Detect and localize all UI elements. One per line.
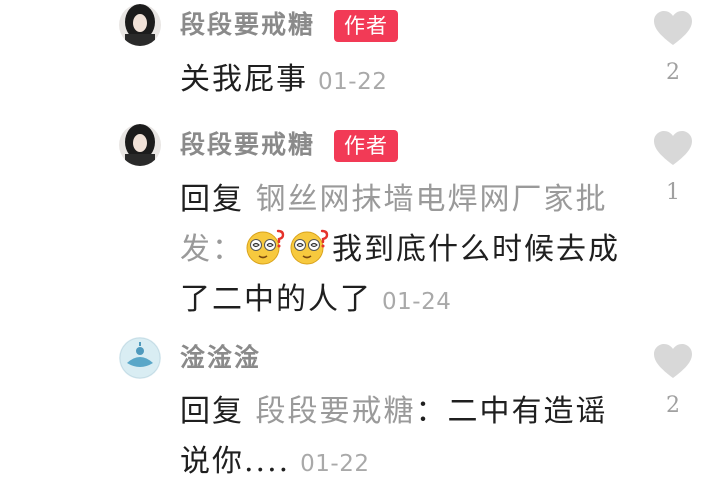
like-count: 2 [666,393,680,418]
reply-target[interactable]: 段段要戒糖 [256,394,416,429]
comment-item: 淦淦淦 回复 段段要戒糖：二中有造谣说你.... 01-22 2 [0,335,720,500]
author-name[interactable]: 段段要戒糖 [180,10,315,40]
avatar[interactable] [119,4,161,46]
author-badge: 作者 [334,130,398,162]
author-name[interactable]: 淦淦淦 [180,343,261,373]
confused-face-emoji-icon [246,229,285,265]
comment-content: 关我屁事 [180,62,308,97]
comment-text[interactable]: 回复 段段要戒糖：二中有造谣说你.... 01-22 [180,387,620,489]
comment-time: 01-24 [382,289,452,315]
reply-label: 回复 [180,182,244,217]
comment-text[interactable]: 关我屁事 01-22 [180,55,620,107]
author-name[interactable]: 段段要戒糖 [180,130,315,160]
like-count: 1 [666,180,680,205]
confused-face-emoji-icon [290,229,329,265]
like-button[interactable]: 1 [650,130,696,205]
comment-time: 01-22 [300,451,370,477]
like-button[interactable]: 2 [650,343,696,418]
reply-label: 回复 [180,394,244,429]
comment-time: 01-22 [318,69,388,95]
like-count: 2 [666,60,680,85]
avatar[interactable] [119,124,161,166]
like-button[interactable]: 2 [650,10,696,85]
comment-item: 段段要戒糖 作者 关我屁事 01-22 2 [0,0,720,110]
author-badge: 作者 [334,10,398,42]
heart-icon [654,11,692,45]
heart-icon [654,131,692,165]
reply-separator: ： [415,394,448,429]
comment-item: 段段要戒糖 作者 回复 钢丝网抹墙电焊网厂家批发： 我到底什么时候去成了二中的人… [0,118,720,333]
avatar[interactable] [119,337,161,379]
comment-text[interactable]: 回复 钢丝网抹墙电焊网厂家批发： 我到底什么时候去成了二中的人了 01-24 [180,175,620,327]
heart-icon [654,344,692,378]
reply-separator: ： [212,232,244,267]
